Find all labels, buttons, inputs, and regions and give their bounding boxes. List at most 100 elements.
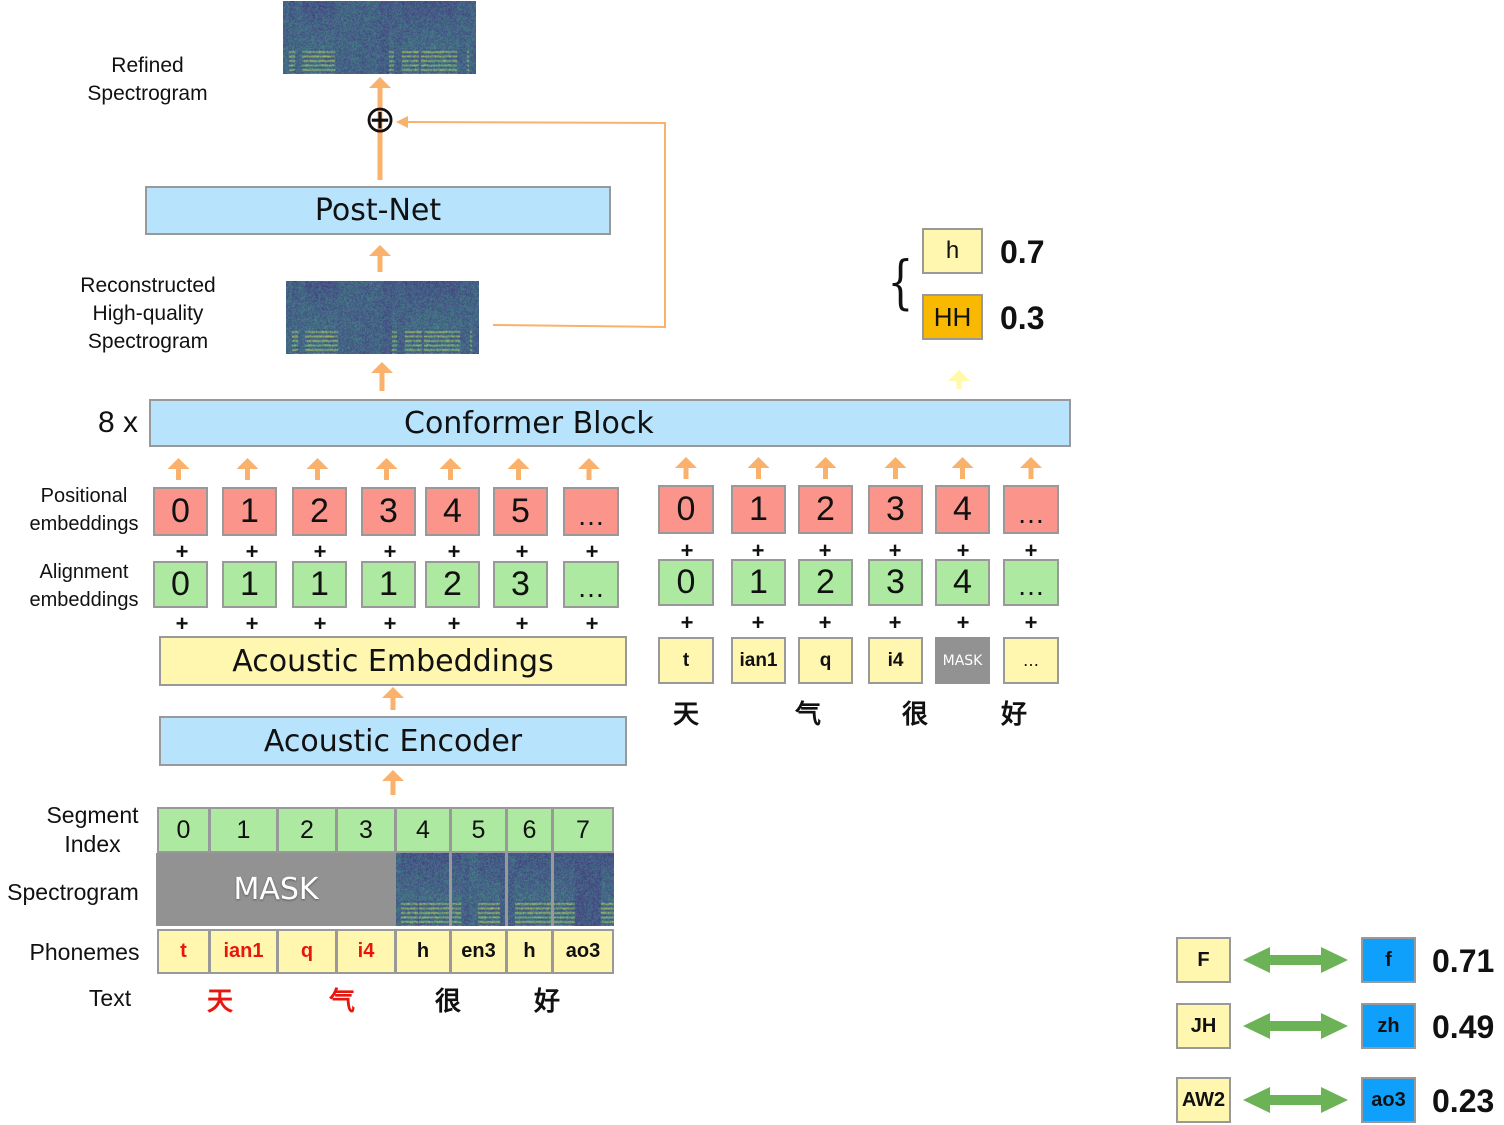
input-text-character: 气 bbox=[328, 987, 355, 1017]
reconstructed-spectrogram-label: Reconstructed High-quality Spectrogram bbox=[80, 274, 216, 353]
bidirectional-mapping-arrow bbox=[1243, 1013, 1348, 1039]
positional-embedding-cell: … bbox=[563, 487, 619, 536]
plus-sign: + bbox=[680, 610, 694, 635]
source-phoneme-box: F bbox=[1176, 937, 1231, 983]
reconstructed-spectrogram-image bbox=[286, 281, 479, 354]
phoneme-cell: en3 bbox=[450, 929, 507, 974]
alignment-embedding-cell: … bbox=[563, 561, 619, 608]
alignment-embedding-cell: 3 bbox=[868, 559, 923, 606]
segment-index-cell: 4 bbox=[395, 807, 451, 853]
plus-sign: + bbox=[956, 610, 970, 635]
plus-sign: + bbox=[175, 539, 189, 564]
segment-index-cell: 7 bbox=[552, 807, 614, 853]
positional-embedding-cell: 1 bbox=[731, 485, 786, 534]
phonemes-label: Phonemes bbox=[29, 939, 140, 965]
plus-sign: + bbox=[245, 539, 259, 564]
plus-sign: + bbox=[447, 611, 461, 636]
candidate-probability: 0.7 bbox=[1000, 234, 1045, 270]
alignment-embedding-cell: 0 bbox=[658, 559, 714, 606]
segment-index-cell: 5 bbox=[450, 807, 507, 853]
encoder-input-arrow-head bbox=[382, 770, 404, 781]
conformer-block: Conformer Block bbox=[149, 399, 1071, 447]
plus-sign: + bbox=[1024, 538, 1038, 563]
phoneme-cell: t bbox=[157, 929, 210, 974]
plus-sign: + bbox=[818, 538, 832, 563]
segment-index-cell: 1 bbox=[209, 807, 278, 853]
refined-spectrogram-label: Refined Spectrogram bbox=[87, 54, 208, 105]
input-text-character: 很 bbox=[434, 987, 461, 1017]
embedding-arrow-head bbox=[375, 458, 398, 469]
positional-embedding-cell: 3 bbox=[868, 485, 923, 534]
phoneme-cell: ao3 bbox=[552, 929, 614, 974]
plus-sign: + bbox=[751, 610, 765, 635]
positional-embedding-cell: 4 bbox=[935, 485, 990, 534]
plus-sign: + bbox=[680, 538, 694, 563]
positional-embedding-cell: … bbox=[1003, 485, 1059, 534]
mask-token-cell: MASK bbox=[935, 637, 990, 684]
plus-sign: + bbox=[515, 611, 529, 636]
bidirectional-mapping-arrow bbox=[1243, 1087, 1348, 1113]
phoneme-token-cell: ian1 bbox=[731, 637, 786, 684]
phoneme-cell: q bbox=[277, 929, 337, 974]
text-character: 天 bbox=[672, 700, 699, 730]
segment-index-cell: 2 bbox=[277, 807, 337, 853]
plus-sign: + bbox=[175, 611, 189, 636]
alignment-embedding-cell: 1 bbox=[361, 561, 416, 608]
repeat-count-label: 8 x bbox=[98, 406, 139, 439]
masked-spectrogram-region: MASK bbox=[156, 853, 396, 926]
candidate-probability: 0.3 bbox=[1000, 300, 1045, 336]
target-phoneme-box: zh bbox=[1361, 1003, 1416, 1049]
segment-index-label: Segment Index bbox=[46, 802, 139, 857]
embedding-arrow-head bbox=[884, 457, 907, 468]
plus-sign: + bbox=[888, 610, 902, 635]
embedding-arrow-head bbox=[747, 457, 770, 468]
candidate-token-box: h bbox=[922, 228, 983, 274]
plus-sign: + bbox=[1024, 610, 1038, 635]
candidate-token-box: HH bbox=[922, 294, 983, 340]
phoneme-token-cell: i4 bbox=[868, 637, 923, 684]
input-text-character: 好 bbox=[533, 987, 560, 1017]
positional-embedding-cell: 4 bbox=[425, 487, 480, 536]
embedding-arrow-head bbox=[814, 457, 837, 468]
phoneme-cell: ian1 bbox=[209, 929, 278, 974]
embedding-arrow-head bbox=[507, 458, 530, 469]
plus-sign: + bbox=[888, 538, 902, 563]
positional-embedding-cell: 0 bbox=[658, 485, 714, 534]
postnet-input-arrow-head bbox=[369, 245, 391, 256]
embedding-arrow-head bbox=[578, 458, 600, 469]
bidirectional-mapping-arrow bbox=[1243, 947, 1348, 973]
embedding-arrow-head bbox=[675, 457, 697, 468]
positional-embeddings-label: Positional embeddings bbox=[29, 485, 139, 535]
spectrogram-canvas bbox=[286, 281, 479, 354]
phoneme-cell: i4 bbox=[336, 929, 396, 974]
plus-sign: + bbox=[383, 611, 397, 636]
plus-sign: + bbox=[313, 539, 327, 564]
plus-sign: + bbox=[751, 538, 765, 563]
prediction-arrow-head bbox=[948, 370, 970, 381]
alignment-embedding-cell: 3 bbox=[493, 561, 548, 608]
phoneme-token-cell: q bbox=[798, 637, 853, 684]
embedding-arrow-head bbox=[306, 458, 329, 469]
encoder-output-arrow-head bbox=[382, 687, 404, 698]
text-character: 气 bbox=[794, 700, 821, 730]
brace-icon: { bbox=[887, 248, 914, 316]
positional-embedding-cell: 1 bbox=[222, 487, 277, 536]
embedding-arrow-head bbox=[236, 458, 259, 469]
segment-index-cell: 6 bbox=[506, 807, 553, 853]
phoneme-cell: h bbox=[395, 929, 451, 974]
alignment-embeddings-label: Alignment embeddings bbox=[29, 561, 139, 611]
segment-index-cell: 3 bbox=[336, 807, 396, 853]
plus-sign: + bbox=[515, 539, 529, 564]
target-phoneme-box: ao3 bbox=[1361, 1077, 1416, 1123]
mapping-score: 0.49 bbox=[1432, 1009, 1495, 1045]
source-phoneme-box: AW2 bbox=[1176, 1077, 1231, 1123]
mapping-score: 0.23 bbox=[1432, 1083, 1495, 1119]
plus-sign: + bbox=[585, 611, 599, 636]
plus-sign: + bbox=[585, 539, 599, 564]
text-character: 好 bbox=[1000, 700, 1027, 730]
embedding-arrow-head bbox=[439, 458, 462, 469]
positional-embedding-cell: 2 bbox=[292, 487, 347, 536]
embedding-arrow-head bbox=[951, 457, 974, 468]
input-text-character: 天 bbox=[206, 987, 233, 1017]
alignment-embedding-cell: 2 bbox=[798, 559, 853, 606]
